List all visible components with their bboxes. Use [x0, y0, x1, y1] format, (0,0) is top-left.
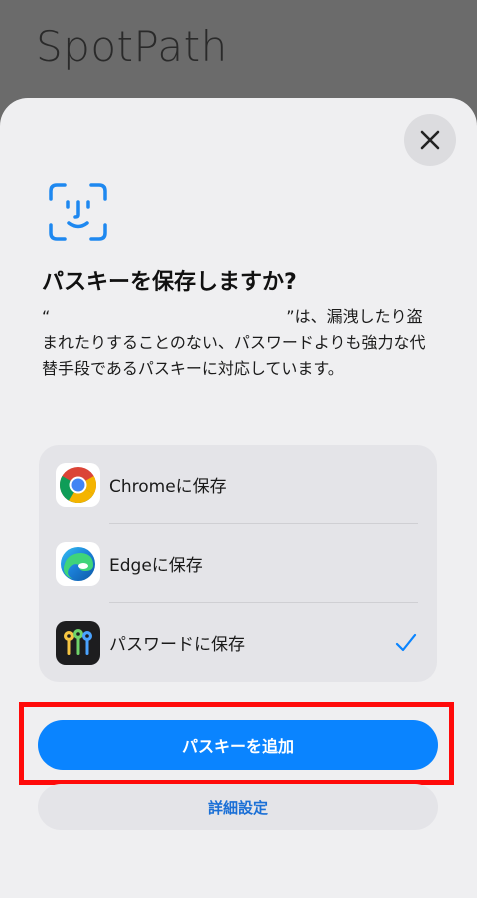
advanced-settings-button[interactable]: 詳細設定 — [38, 784, 438, 830]
description-text: は、漏洩したり盗まれたりすることのない、パスワードよりも強力な代替手段であるパス… — [42, 307, 426, 378]
option-label: Edgeに保存 — [109, 556, 203, 576]
checkmark-icon — [395, 633, 417, 651]
save-location-list: Chromeに保存 Edgeに保存 パスワードに保存 — [39, 445, 437, 682]
passwords-app-icon — [56, 620, 100, 665]
sheet-description: “ ”は、漏洩したり盗まれたりすることのない、パスワードよりも強力な代替手段である… — [42, 304, 430, 382]
option-chrome[interactable]: Chromeに保存 — [39, 445, 437, 524]
description-close-quote: ” — [286, 307, 295, 326]
option-edge[interactable]: Edgeに保存 — [39, 524, 437, 603]
close-button[interactable] — [404, 114, 456, 166]
option-label: パスワードに保存 — [109, 635, 245, 655]
app-title: SpotPath — [36, 22, 228, 71]
option-label: Chromeに保存 — [109, 477, 227, 497]
close-icon — [420, 130, 440, 150]
add-passkey-button[interactable]: パスキーを追加 — [38, 720, 438, 770]
description-open-quote: “ — [42, 307, 51, 326]
option-passwords[interactable]: パスワードに保存 — [39, 603, 437, 682]
edge-icon — [56, 541, 100, 586]
face-id-icon — [49, 183, 107, 241]
chrome-icon — [56, 462, 100, 507]
sheet-heading: パスキーを保存しますか? — [42, 270, 297, 295]
